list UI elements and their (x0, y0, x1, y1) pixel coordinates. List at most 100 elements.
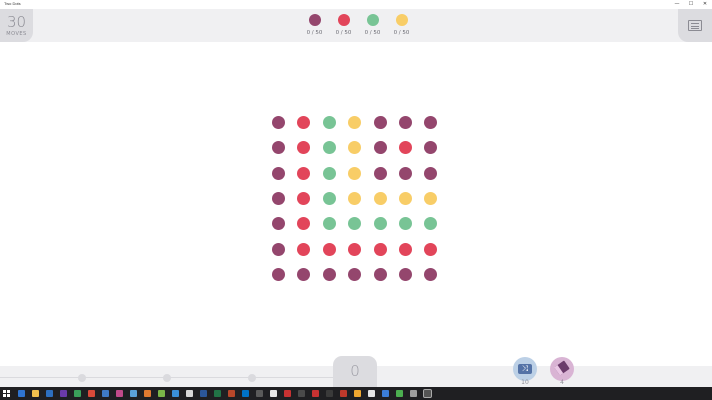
minimize-button[interactable]: — (670, 0, 684, 9)
board-dot-green[interactable] (373, 217, 387, 231)
board-dot-purple[interactable] (272, 116, 285, 129)
eraser-powerup-button[interactable] (550, 357, 574, 381)
windows-start-icon[interactable] (3, 390, 10, 397)
app-icon[interactable] (130, 390, 137, 397)
powerpoint-icon[interactable] (228, 390, 235, 397)
app-icon[interactable] (326, 390, 333, 397)
app-icon[interactable] (410, 390, 417, 397)
board-dot-purple[interactable] (322, 267, 336, 281)
board-dot-red[interactable] (297, 191, 311, 205)
app-icon[interactable] (158, 390, 165, 397)
board-dot-red[interactable] (348, 242, 362, 256)
app-icon[interactable] (88, 390, 95, 397)
folder-icon[interactable] (32, 390, 39, 397)
app-icon[interactable] (298, 390, 305, 397)
goals-bar: 0 / 50 0 / 50 0 / 50 0 / 50 (300, 14, 416, 36)
board-dot-yellow[interactable] (399, 191, 412, 205)
board-dot-purple[interactable] (399, 267, 412, 281)
board-dot-red[interactable] (297, 242, 311, 256)
board-dot-purple[interactable] (297, 267, 311, 281)
shrinker-powerup-button[interactable]: ⤨ (513, 357, 537, 381)
board-dot-red[interactable] (399, 242, 412, 256)
board-dot-purple[interactable] (399, 166, 412, 180)
app-icon[interactable] (256, 390, 263, 397)
board-dot-purple[interactable] (373, 141, 387, 155)
maximize-button[interactable]: ☐ (684, 0, 698, 9)
board-dot-red[interactable] (297, 217, 311, 231)
board-dot-purple[interactable] (424, 116, 438, 129)
spotify-icon[interactable] (74, 390, 81, 397)
board-dot-purple[interactable] (272, 191, 285, 205)
excel-icon[interactable] (214, 390, 221, 397)
board-dot-purple[interactable] (373, 116, 387, 129)
app-icon[interactable] (116, 390, 123, 397)
close-button[interactable]: ✕ (698, 0, 712, 9)
app-icon[interactable] (102, 390, 109, 397)
visual-studio-icon[interactable] (60, 390, 67, 397)
board-dot-red[interactable] (297, 116, 311, 129)
app-icon[interactable] (284, 390, 291, 397)
goal-green: 0 / 50 (358, 14, 387, 36)
board-dot-red[interactable] (297, 166, 311, 180)
board-dot-red[interactable] (322, 242, 336, 256)
app-icon[interactable] (340, 390, 347, 397)
app-icon[interactable] (312, 390, 319, 397)
word-icon[interactable] (200, 390, 207, 397)
board-dot-purple[interactable] (272, 166, 285, 180)
progress-checkpoint (248, 374, 256, 382)
taskbar (0, 387, 712, 400)
board-dot-yellow[interactable] (424, 191, 438, 205)
board-dot-red[interactable] (399, 141, 412, 155)
goal-progress: 0 / 50 (335, 30, 352, 36)
shrink-icon: ⤨ (518, 364, 532, 374)
shrinker-count: 10 (521, 379, 529, 386)
app-icon[interactable] (382, 390, 389, 397)
score-display: 0 (333, 356, 377, 387)
board-dot-green[interactable] (348, 217, 362, 231)
app-icon[interactable] (186, 390, 193, 397)
app-icon[interactable] (396, 390, 403, 397)
board-dot-purple[interactable] (272, 141, 285, 155)
board-dot-green[interactable] (424, 217, 438, 231)
board-dot-green[interactable] (322, 191, 336, 205)
board-dot-purple[interactable] (272, 267, 285, 281)
board-dot-purple[interactable] (373, 267, 387, 281)
board-dot-green[interactable] (399, 217, 412, 231)
menu-button[interactable] (678, 9, 712, 42)
board-dot-green[interactable] (322, 166, 336, 180)
board-dot-yellow[interactable] (348, 141, 362, 155)
app-icon[interactable] (368, 390, 375, 397)
board-dot-red[interactable] (373, 242, 387, 256)
window-controls: — ☐ ✕ (670, 0, 712, 9)
board-dot-purple[interactable] (348, 267, 362, 281)
board-dot-purple[interactable] (424, 141, 438, 155)
outlook-icon[interactable] (242, 390, 249, 397)
board-dot-purple[interactable] (272, 217, 285, 231)
board-dot-yellow[interactable] (373, 191, 387, 205)
board-dot-purple[interactable] (424, 166, 438, 180)
app-icon[interactable] (172, 390, 179, 397)
app-icon[interactable] (270, 390, 277, 397)
board-dot-yellow[interactable] (348, 166, 362, 180)
board-dot-red[interactable] (424, 242, 438, 256)
board-dot-yellow[interactable] (348, 116, 362, 129)
board-dot-purple[interactable] (272, 242, 285, 256)
board-dot-purple[interactable] (424, 267, 438, 281)
two-dots-taskbar-icon[interactable] (423, 389, 432, 398)
board-dot-green[interactable] (322, 217, 336, 231)
store-icon[interactable] (46, 390, 53, 397)
board-dot-purple[interactable] (399, 116, 412, 129)
app-icon[interactable] (354, 390, 361, 397)
menu-icon (688, 20, 702, 31)
app-icon[interactable] (144, 390, 151, 397)
goal-progress: 0 / 50 (306, 30, 323, 36)
board-dot-green[interactable] (322, 116, 336, 129)
moves-label: MOVES (6, 31, 27, 37)
edge-icon[interactable] (18, 390, 25, 397)
board-dot-yellow[interactable] (348, 191, 362, 205)
board-dot-red[interactable] (297, 141, 311, 155)
goal-red: 0 / 50 (329, 14, 358, 36)
moves-count: 30 (6, 13, 27, 31)
board-dot-green[interactable] (322, 141, 336, 155)
board-dot-purple[interactable] (373, 166, 387, 180)
